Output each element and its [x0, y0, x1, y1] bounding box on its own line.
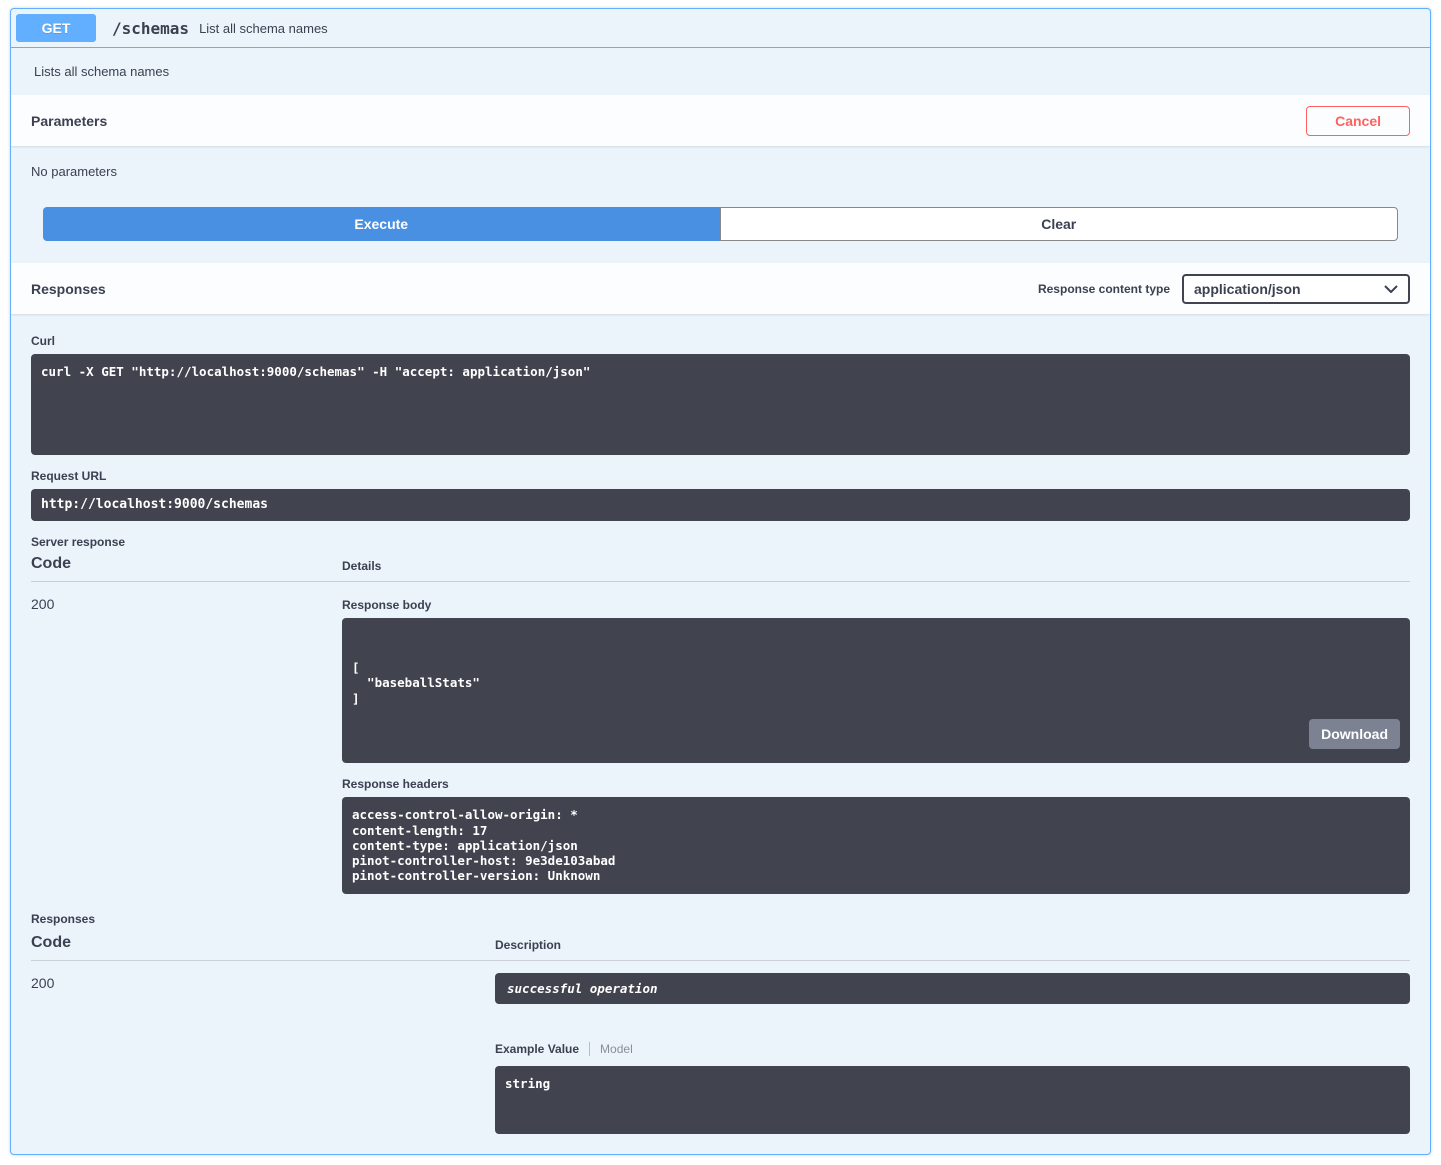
server-response-table: Code Details 200 Response body [ "baseba… [31, 555, 1410, 893]
response-body-label: Response body [342, 598, 1410, 612]
server-response-label: Server response [31, 535, 1410, 549]
parameters-header: Parameters Cancel [11, 95, 1430, 146]
example-value-content: string [495, 1066, 1410, 1134]
documented-response-details: successful operation Example Value Model… [495, 973, 1410, 1134]
code-column-header: Code [31, 555, 342, 573]
opblock-get-schemas: GET /schemas List all schema names Lists… [10, 8, 1431, 1155]
curl-label: Curl [31, 334, 1410, 348]
method-badge: GET [16, 14, 96, 42]
curl-command: curl -X GET "http://localhost:9000/schem… [31, 354, 1410, 455]
documented-responses-label: Responses [31, 912, 1410, 926]
response-headers-label: Response headers [342, 777, 1410, 791]
responses-title: Responses [31, 281, 106, 297]
server-response-details: Response body [ "baseballStats" ] Downlo… [342, 594, 1410, 893]
responses-body: Curl curl -X GET "http://localhost:9000/… [11, 314, 1430, 1154]
response-headers-content: access-control-allow-origin: * content-l… [342, 797, 1410, 893]
documented-response-row: 200 successful operation Example Value M… [31, 961, 1410, 1134]
download-button[interactable]: Download [1309, 719, 1400, 749]
request-url-label: Request URL [31, 469, 1410, 483]
request-url-value: http://localhost:9000/schemas [31, 489, 1410, 521]
response-description: successful operation [495, 973, 1410, 1004]
response-content-type-label: Response content type [1038, 282, 1170, 296]
server-response-table-header: Code Details [31, 555, 1410, 582]
doc-description-column-header: Description [495, 938, 1410, 952]
response-body-content: [ "baseballStats" ] [352, 660, 1400, 707]
response-content-type-wrap: Response content type application/json [1038, 274, 1410, 304]
opblock-summary[interactable]: GET /schemas List all schema names [11, 9, 1430, 48]
documented-table-header: Code Description [31, 934, 1410, 961]
documented-status-code: 200 [31, 973, 495, 1134]
model-example-tabs: Example Value Model [495, 1042, 1410, 1056]
responses-header: Responses Response content type applicat… [11, 263, 1430, 314]
tab-example-value[interactable]: Example Value [495, 1042, 579, 1056]
endpoint-summary: List all schema names [199, 21, 328, 36]
details-column-header: Details [342, 559, 1410, 573]
server-response-row: 200 Response body [ "baseballStats" ] Do… [31, 582, 1410, 893]
cancel-button[interactable]: Cancel [1306, 106, 1410, 136]
endpoint-description: Lists all schema names [11, 48, 1430, 95]
tab-divider [589, 1042, 590, 1056]
execute-wrapper: Execute Clear [11, 207, 1430, 263]
server-response-status-code: 200 [31, 594, 342, 893]
execute-button[interactable]: Execute [43, 207, 720, 241]
response-content-type-select[interactable]: application/json [1182, 274, 1410, 304]
no-parameters-message: No parameters [11, 146, 1430, 207]
tab-model[interactable]: Model [600, 1042, 633, 1056]
endpoint-path: /schemas [106, 19, 189, 38]
response-content-type-select-wrap: application/json [1182, 274, 1410, 304]
response-body-block: [ "baseballStats" ] Download [342, 618, 1410, 763]
clear-button[interactable]: Clear [720, 207, 1399, 241]
parameters-title: Parameters [31, 113, 107, 129]
documented-responses-table: Code Description 200 successful operatio… [31, 934, 1410, 1134]
doc-code-column-header: Code [31, 934, 495, 952]
